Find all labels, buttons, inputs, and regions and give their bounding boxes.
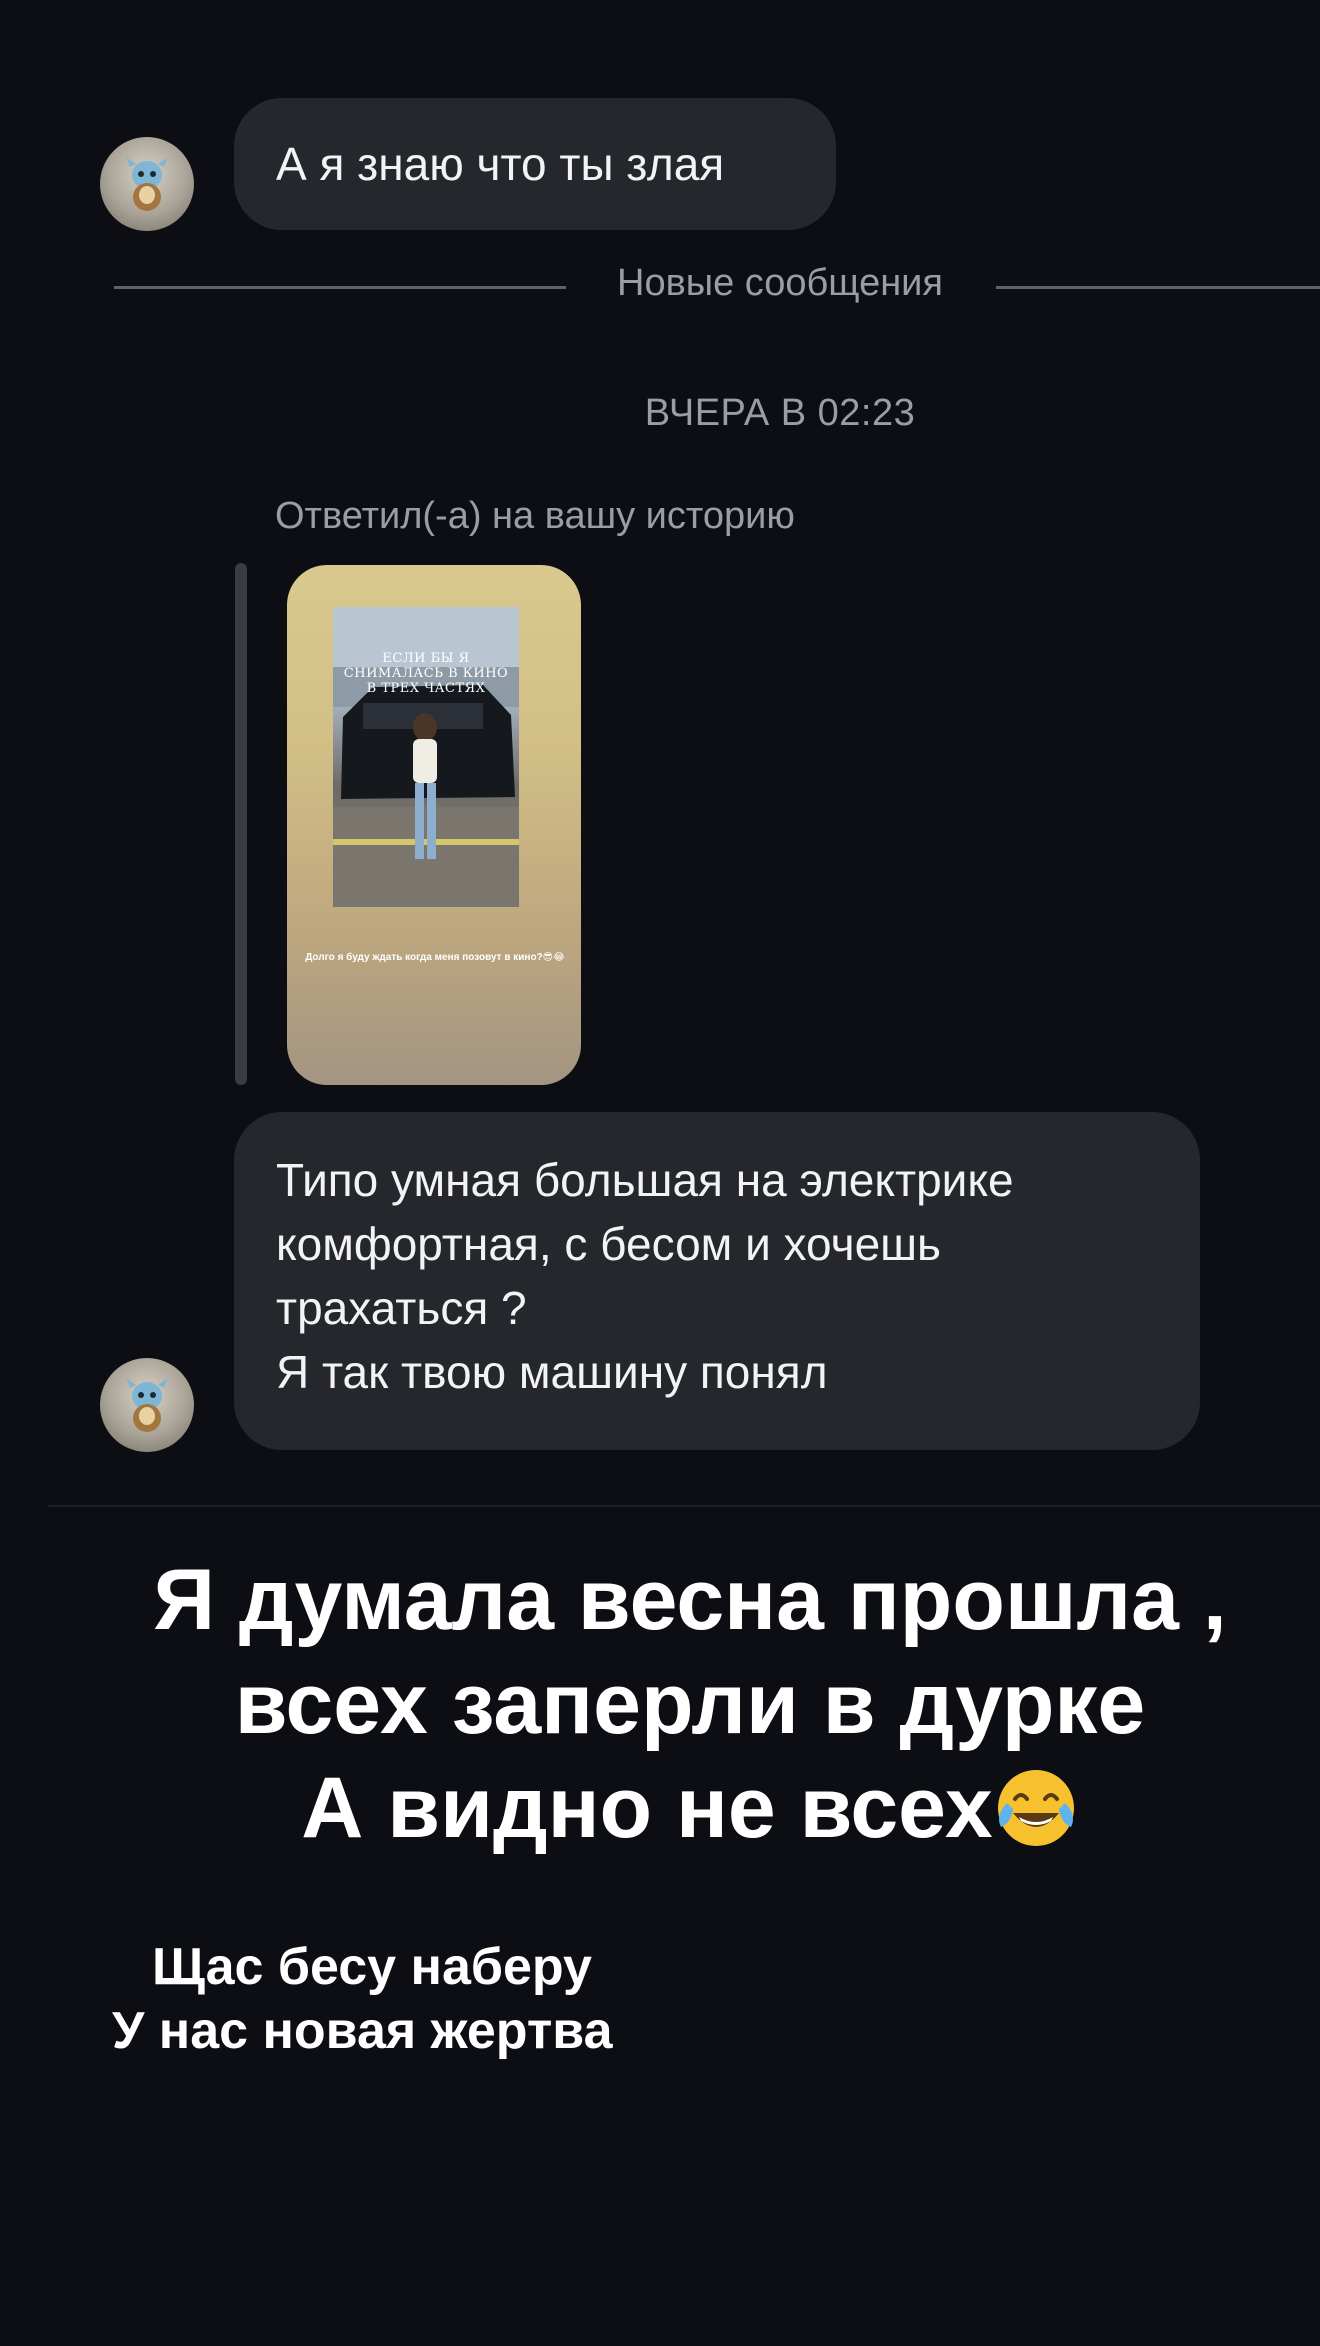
reply-note: Ответил(-а) на вашу историю <box>275 495 795 537</box>
overlay-line: Я думала весна прошла , <box>153 1552 1227 1648</box>
stuffed-toy-icon <box>126 1378 168 1432</box>
timestamp: ВЧЕРА В 02:23 <box>644 392 916 434</box>
overlay-secondary-caption: Щас бесу наберу У нас новая жертва <box>112 1935 792 2063</box>
face-with-tears-of-joy-icon <box>997 1770 1074 1846</box>
stuffed-toy-icon <box>126 157 168 211</box>
message-bubble[interactable]: А я знаю что ты злая <box>234 98 836 230</box>
reply-indicator-bar <box>235 563 247 1085</box>
message-text: А я знаю что ты злая <box>276 138 725 190</box>
message-line: Типо умная большая на электрике <box>276 1154 1014 1206</box>
overlay-secondary-line: Щас бесу наберу <box>152 1938 592 1996</box>
story-photo-text: ЕСЛИ БЫ Я СНИМАЛАСЬ В КИНО В ТРЕХ ЧАСТЯХ <box>343 651 509 696</box>
overlay-line-with-emoji: А видно не всех <box>60 1756 1320 1860</box>
divider-line-left <box>114 286 566 289</box>
story-caption: Долго я буду ждать когда меня позовут в … <box>305 952 565 963</box>
message-bubble[interactable]: Типо умная большая на электрике комфортн… <box>234 1112 1200 1450</box>
message-line: Я так твою машину понял <box>276 1346 828 1398</box>
message-line: трахаться ? <box>276 1282 527 1334</box>
sender-avatar[interactable] <box>100 1358 194 1452</box>
overlay-caption: Я думала весна прошла , всех заперли в д… <box>60 1548 1320 1860</box>
new-messages-divider: Новые сообщения <box>617 262 943 304</box>
story-thumbnail[interactable]: ЕСЛИ БЫ Я СНИМАЛАСЬ В КИНО В ТРЕХ ЧАСТЯХ… <box>287 565 581 1085</box>
divider-line-right <box>996 286 1320 289</box>
story-photo: ЕСЛИ БЫ Я СНИМАЛАСЬ В КИНО В ТРЕХ ЧАСТЯХ <box>333 607 519 907</box>
overlay-line: всех заперли в дурке <box>234 1656 1146 1752</box>
message-text: Типо умная большая на электрике комфортн… <box>276 1148 1176 1404</box>
overlay-secondary-line: У нас новая жертва <box>112 2002 613 2060</box>
sender-avatar[interactable] <box>100 137 194 231</box>
section-separator <box>48 1505 1320 1507</box>
message-line: комфортная, с бесом и хочешь <box>276 1218 942 1270</box>
overlay-line: А видно не всех <box>301 1760 993 1856</box>
